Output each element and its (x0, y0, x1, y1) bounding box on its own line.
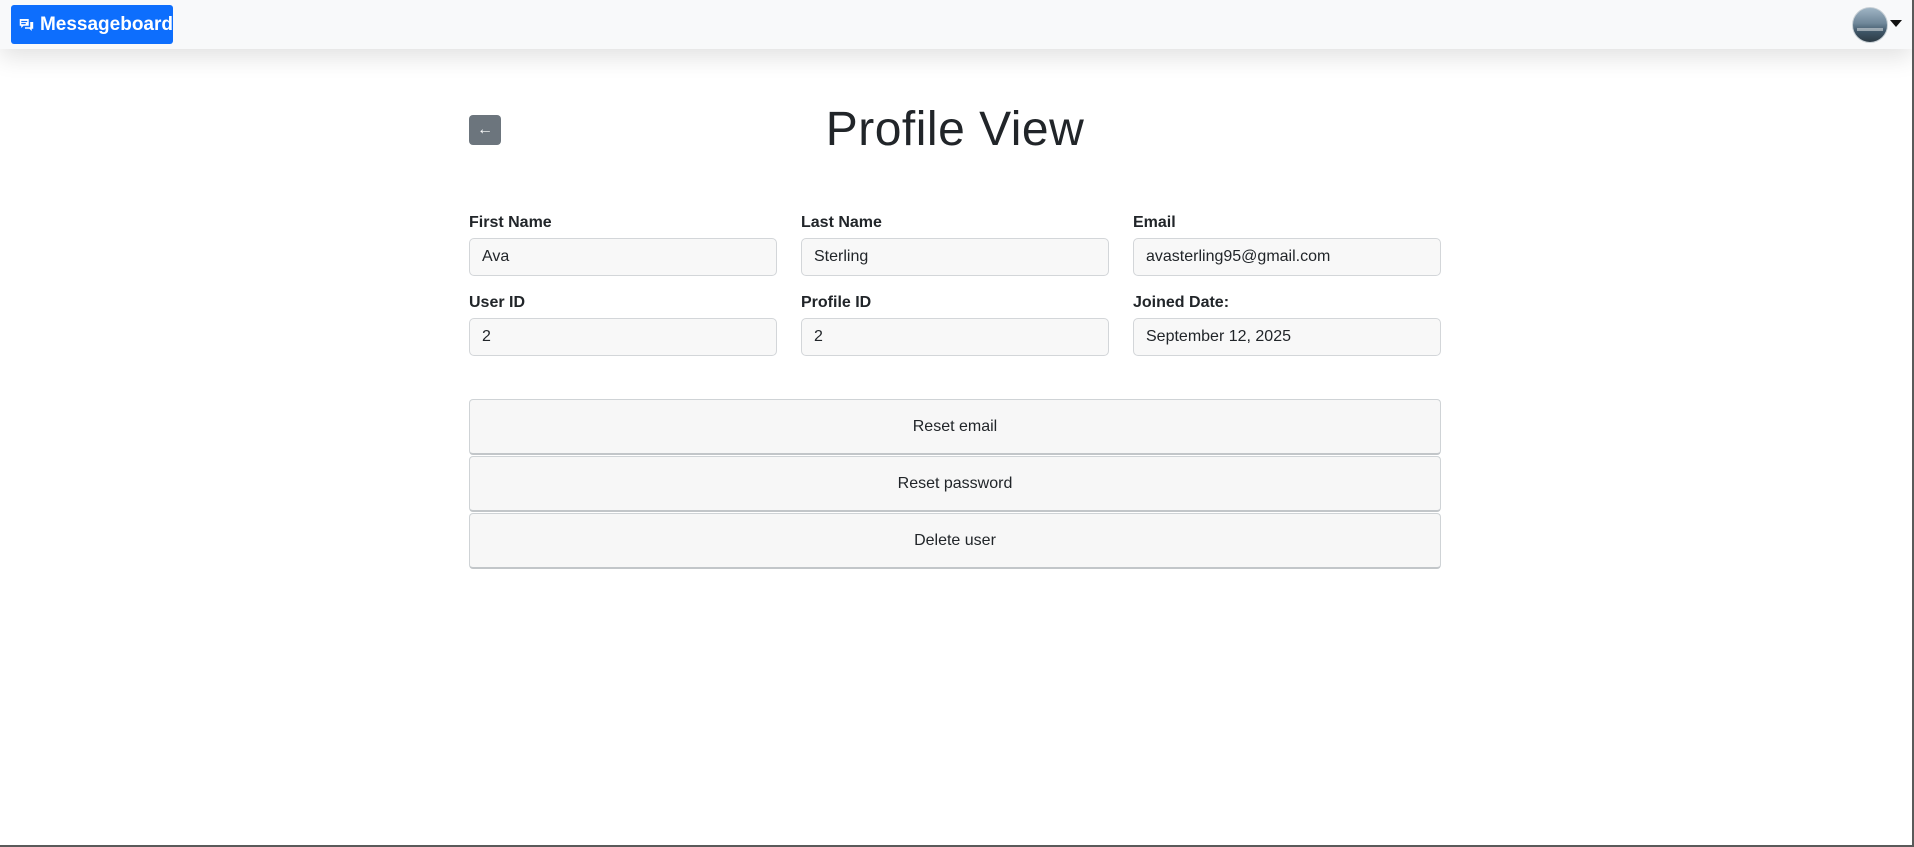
avatar[interactable] (1852, 7, 1888, 43)
delete-user-button[interactable]: Delete user (469, 513, 1441, 569)
caret-down-icon[interactable] (1890, 19, 1902, 27)
first-name-field[interactable] (469, 238, 777, 276)
last-name-field[interactable] (801, 238, 1109, 276)
profile-id-group: Profile ID (801, 293, 1109, 356)
user-id-group: User ID (469, 293, 777, 356)
profile-id-field[interactable] (801, 318, 1109, 356)
brand-label: Messageboard (39, 13, 173, 35)
joined-date-field[interactable] (1133, 318, 1441, 356)
navbar: Messageboard (0, 0, 1912, 49)
brand-link[interactable]: Messageboard (11, 5, 173, 44)
user-menu-toggle[interactable] (1852, 6, 1902, 44)
reset-password-button[interactable]: Reset password (469, 456, 1441, 512)
account-actions: Reset email Reset password Delete user (469, 399, 1441, 569)
user-id-field[interactable] (469, 318, 777, 356)
last-name-label: Last Name (801, 214, 882, 231)
first-name-group: First Name (469, 213, 777, 276)
profile-id-label: Profile ID (801, 294, 872, 311)
profile-fields: First Name Last Name Email User ID Profi… (469, 213, 1441, 356)
last-name-group: Last Name (801, 213, 1109, 276)
user-id-label: User ID (469, 294, 526, 311)
app-window: Messageboard ← Profile View First Name L… (0, 0, 1914, 847)
email-label: Email (1133, 214, 1176, 231)
page-title: Profile View (825, 103, 1085, 156)
first-name-label: First Name (469, 214, 552, 231)
email-field[interactable] (1133, 238, 1441, 276)
chat-bubbles-icon (19, 18, 34, 31)
joined-date-group: Joined Date: (1133, 293, 1441, 356)
joined-date-label: Joined Date: (1133, 294, 1230, 311)
email-group: Email (1133, 213, 1441, 276)
reset-email-button[interactable]: Reset email (469, 399, 1441, 455)
